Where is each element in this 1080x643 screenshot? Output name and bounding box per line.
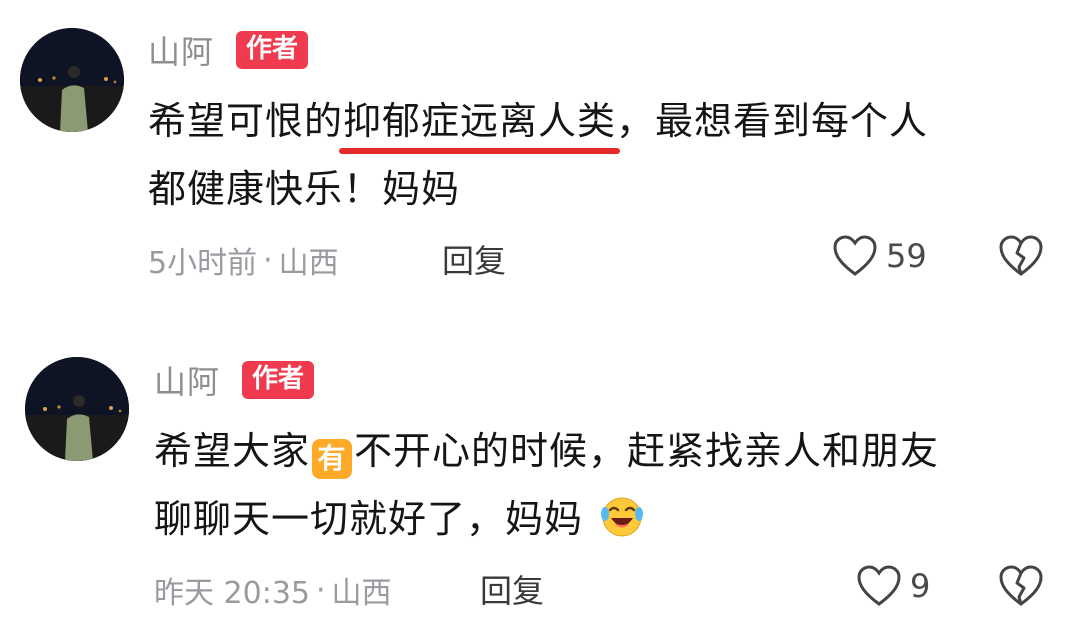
- comment-text-part: 聊聊天一切就好了，妈妈: [154, 497, 584, 541]
- avatar[interactable]: [20, 28, 124, 132]
- location: 山西: [331, 576, 392, 611]
- sticker-badge: 有: [312, 439, 353, 479]
- comment-text: 希望大家有不开心的时候，赶紧找亲人和朋友: [154, 422, 939, 480]
- dislike-button[interactable]: [998, 564, 1044, 612]
- like-count: 9: [910, 567, 931, 605]
- username[interactable]: 山阿: [154, 357, 220, 403]
- like-button[interactable]: 59: [832, 234, 927, 278]
- author-badge: 作者: [242, 361, 315, 399]
- avatar-image: [25, 357, 129, 461]
- author-badge: 作者: [236, 31, 309, 69]
- comment-meta: 昨天 20:35 · 山西: [154, 568, 392, 612]
- reply-button[interactable]: 回复: [480, 566, 544, 612]
- comment-text-part: 希望可恨的: [148, 99, 344, 143]
- location: 山西: [278, 246, 339, 281]
- broken-heart-icon: [999, 565, 1043, 606]
- broken-heart-icon: [999, 235, 1043, 276]
- comment-item: 山阿 作者 希望大家有不开心的时候，赶紧找亲人和朋友 聊聊天一切就好了，妈妈 昨…: [0, 340, 1080, 643]
- heart-outline-icon: [833, 235, 877, 276]
- comment-item: 山阿 作者 希望可恨的抑郁症远离人类，最想看到每个人 都健康快乐！妈妈 5小时前…: [0, 0, 1080, 320]
- meta-separator: ·: [263, 242, 273, 278]
- comment-meta: 5小时前 · 山西: [148, 238, 339, 282]
- comment-text-part: 不开心的时候，赶紧找亲人和朋友: [354, 429, 940, 473]
- heart-outline-icon: [857, 565, 901, 606]
- meta-separator: ·: [316, 572, 326, 608]
- like-button[interactable]: 9: [856, 564, 930, 608]
- avatar-image: [20, 28, 124, 132]
- like-count: 59: [886, 237, 927, 275]
- reply-button[interactable]: 回复: [442, 236, 506, 282]
- laughing-crying-emoji: [601, 497, 644, 537]
- dislike-button[interactable]: [998, 234, 1044, 282]
- comment-text-line2: 聊聊天一切就好了，妈妈: [154, 490, 644, 548]
- avatar[interactable]: [25, 357, 129, 461]
- highlighted-text: 抑郁症远离人类: [339, 92, 621, 154]
- comment-text: 希望可恨的抑郁症远离人类，最想看到每个人: [148, 92, 929, 154]
- timestamp: 5小时前: [148, 246, 258, 281]
- comment-text-line2: 都健康快乐！妈妈: [148, 167, 461, 211]
- timestamp: 昨天 20:35: [154, 576, 310, 611]
- comment-text-part: ，最想看到每个人: [616, 99, 929, 143]
- username[interactable]: 山阿: [148, 27, 214, 73]
- comment-text-part: 希望大家: [154, 429, 311, 473]
